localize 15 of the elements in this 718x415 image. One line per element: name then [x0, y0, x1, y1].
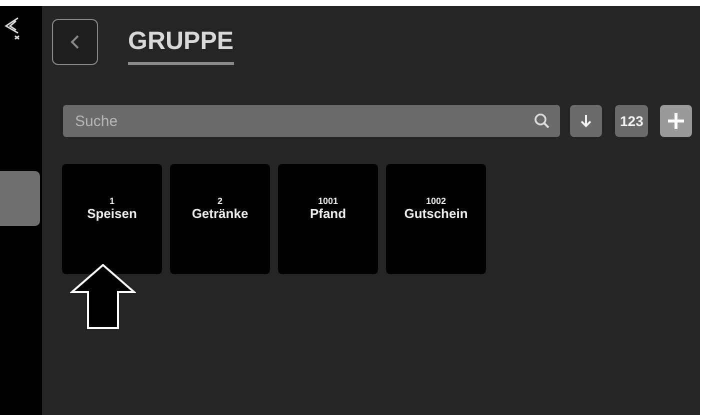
page-title: GRUPPE: [128, 27, 234, 65]
plus-icon: [667, 112, 686, 130]
chevron-left-icon: [70, 34, 80, 50]
search-icon[interactable]: [534, 113, 550, 129]
group-tile[interactable]: 1002 Gutschein: [386, 164, 486, 274]
sort-button[interactable]: [570, 105, 602, 137]
group-tile[interactable]: 1 Speisen: [62, 164, 162, 274]
search-field[interactable]: Suche: [63, 105, 560, 137]
numeric-button[interactable]: 123: [615, 105, 648, 137]
group-tile[interactable]: 2 Getränke: [170, 164, 270, 274]
arrow-drawing: [70, 264, 136, 330]
group-tile[interactable]: 1001 Pfand: [278, 164, 378, 274]
arrow-down-icon: [580, 114, 592, 128]
back-button[interactable]: [52, 19, 98, 65]
add-button[interactable]: [660, 105, 692, 137]
